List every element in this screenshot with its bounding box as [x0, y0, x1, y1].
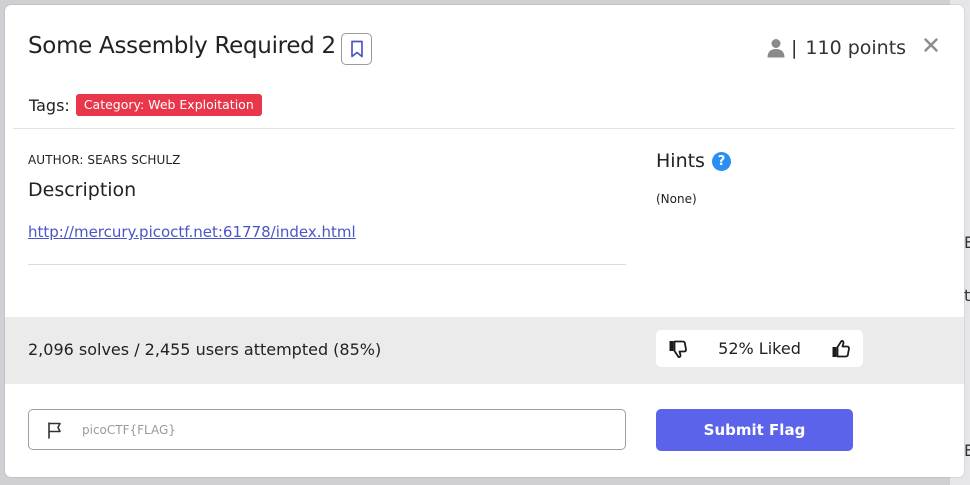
points-value: 110 points [805, 37, 907, 59]
description-divider [28, 264, 626, 265]
bookmark-button[interactable] [341, 33, 372, 65]
backdrop-glyph: t [964, 286, 970, 305]
close-button[interactable] [921, 35, 941, 55]
backdrop-glyph: E [964, 441, 970, 460]
dislike-button[interactable] [668, 339, 688, 359]
liked-percentage: 52% Liked [718, 339, 801, 358]
thumbs-down-icon [669, 340, 687, 358]
hints-heading-label: Hints [656, 150, 705, 172]
submit-flag-button[interactable]: Submit Flag [656, 409, 853, 451]
hints-heading: Hints ? [656, 150, 731, 172]
tags-label: Tags: [29, 95, 70, 115]
user-icon [767, 39, 785, 58]
author-label: AUTHOR: SEARS SCHULZ [28, 153, 181, 167]
close-icon [924, 38, 938, 52]
likes-widget: 52% Liked [656, 330, 863, 367]
hints-value: (None) [656, 192, 697, 206]
header-divider [13, 128, 955, 129]
thumbs-up-icon [832, 339, 850, 357]
backdrop-glyph: E [964, 233, 970, 252]
description-heading: Description [28, 179, 137, 201]
challenge-title: Some Assembly Required 2 [28, 33, 336, 59]
points-separator: | [791, 37, 798, 59]
flag-icon [46, 421, 64, 439]
solves-text: 2,096 solves / 2,455 users attempted (85… [28, 340, 382, 359]
challenge-modal: Some Assembly Required 2 | 110 points Ta… [5, 5, 964, 477]
challenge-link[interactable]: http://mercury.picoctf.net:61778/index.h… [28, 223, 356, 241]
question-circle-icon[interactable]: ? [711, 151, 731, 171]
points-display: | 110 points [767, 37, 906, 59]
tags-row: Tags: Category: Web Exploitation [29, 94, 262, 116]
bookmark-icon [350, 40, 363, 58]
stats-bar: 2,096 solves / 2,455 users attempted (85… [5, 317, 964, 384]
flag-input[interactable] [80, 421, 584, 438]
like-button[interactable] [831, 339, 851, 359]
category-badge: Category: Web Exploitation [75, 94, 262, 116]
flag-input-field[interactable] [28, 409, 626, 450]
